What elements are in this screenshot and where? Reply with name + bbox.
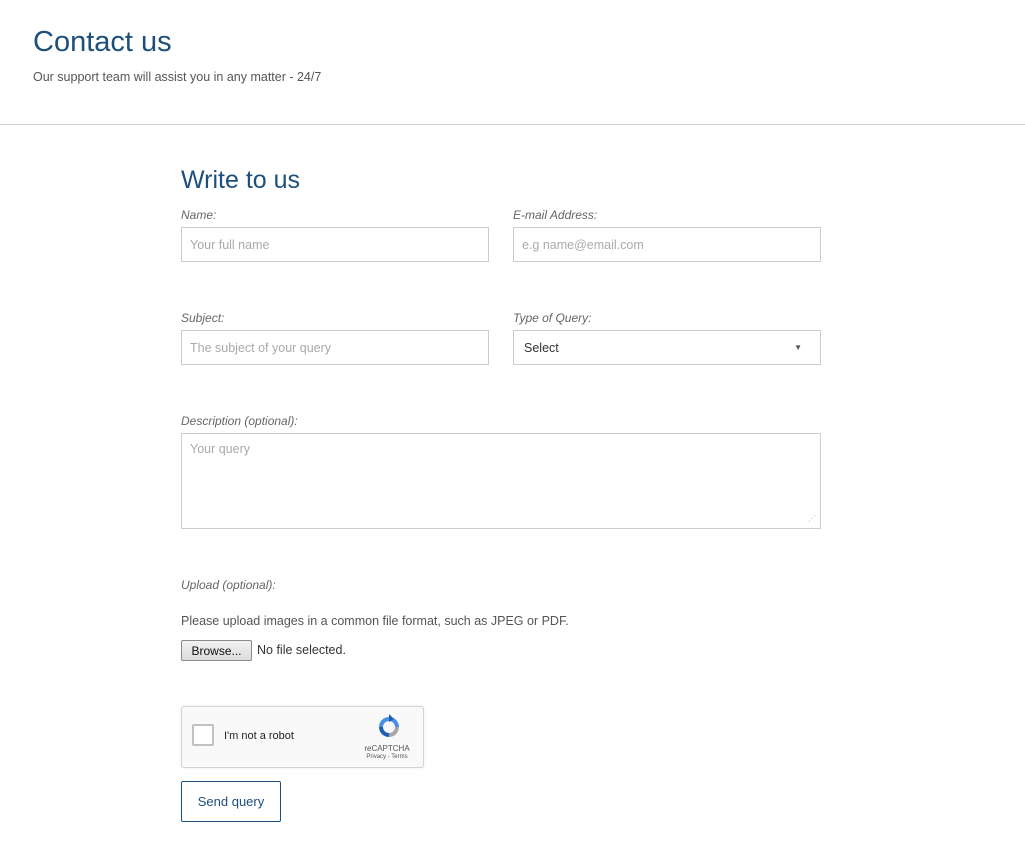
page-title: Contact us xyxy=(33,26,172,58)
captcha-links[interactable]: Privacy - Terms xyxy=(352,754,422,760)
captcha-brand: reCAPTCHA xyxy=(364,744,410,753)
recaptcha-logo-icon xyxy=(379,714,399,737)
query-type-label: Type of Query: xyxy=(513,311,592,325)
page-subtitle: Our support team will assist you in any … xyxy=(33,70,322,84)
name-label: Name: xyxy=(181,208,217,222)
subject-label: Subject: xyxy=(181,311,225,325)
resize-grip-icon[interactable]: ⋰ xyxy=(808,515,816,523)
description-label: Description (optional): xyxy=(181,414,298,428)
email-label: E-mail Address: xyxy=(513,208,598,222)
send-query-button[interactable]: Send query xyxy=(181,781,281,822)
file-status: No file selected. xyxy=(257,643,346,657)
browse-button[interactable]: Browse... xyxy=(181,640,252,661)
upload-label: Upload (optional): xyxy=(181,578,276,592)
form-title: Write to us xyxy=(181,166,301,194)
query-type-selected: Select xyxy=(524,340,559,355)
page-header: Contact us Our support team will assist … xyxy=(0,0,1025,125)
description-textarea[interactable] xyxy=(181,433,821,529)
captcha-checkbox[interactable] xyxy=(192,724,214,746)
upload-hint: Please upload images in a common file fo… xyxy=(181,614,569,628)
query-type-select[interactable]: Select ▼ xyxy=(513,330,821,365)
subject-input[interactable] xyxy=(181,330,489,365)
captcha-label: I'm not a robot xyxy=(224,730,294,742)
recaptcha-widget: I'm not a robot reCAPTCHA Privacy - Term… xyxy=(181,706,424,768)
caret-down-icon: ▼ xyxy=(794,343,802,352)
email-input[interactable] xyxy=(513,227,821,262)
name-input[interactable] xyxy=(181,227,489,262)
